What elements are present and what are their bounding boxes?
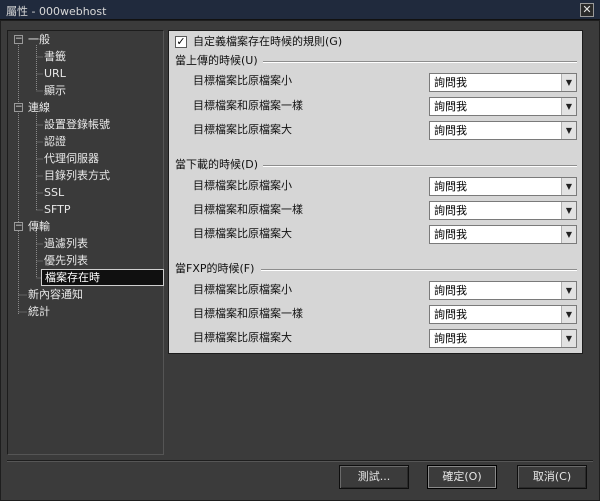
download-smaller-label: 目標檔案比原檔案小 — [193, 179, 292, 192]
fxp-larger-label: 目標檔案比原檔案大 — [193, 331, 292, 344]
test-button[interactable]: 測試... — [339, 465, 409, 489]
footer-divider — [7, 460, 593, 462]
upload-same-select[interactable]: 詢問我 ▼ — [429, 97, 577, 116]
upload-smaller-select[interactable]: 詢問我 ▼ — [429, 73, 577, 92]
select-value: 詢問我 — [434, 284, 467, 297]
custom-rules-label: 自定義檔案存在時候的規則(G) — [193, 35, 343, 48]
section-divider — [261, 269, 577, 271]
tree-node-bookmarks[interactable]: 書籤 — [44, 48, 66, 65]
section-divider — [263, 165, 577, 167]
download-section-title: 當下載的時候(D) — [175, 158, 259, 171]
collapse-icon[interactable]: − — [14, 222, 23, 231]
download-same-select[interactable]: 詢問我 ▼ — [429, 201, 577, 220]
tree-node-proxy[interactable]: 代理伺服器 — [44, 150, 99, 167]
select-value: 詢問我 — [434, 332, 467, 345]
chevron-down-icon[interactable]: ▼ — [561, 202, 576, 219]
tree-node-file-exists[interactable]: 檔案存在時 — [41, 269, 164, 286]
file-exists-panel: ✓ 自定義檔案存在時候的規則(G) 當上傳的時候(U) 目標檔案比原檔案小 詢問… — [168, 30, 583, 354]
chevron-down-icon[interactable]: ▼ — [561, 306, 576, 323]
cancel-button[interactable]: 取消(C) — [517, 465, 587, 489]
collapse-icon[interactable]: − — [14, 103, 23, 112]
section-divider — [263, 61, 577, 63]
select-value: 詢問我 — [434, 204, 467, 217]
ok-button[interactable]: 確定(O) — [427, 465, 497, 489]
select-value: 詢問我 — [434, 76, 467, 89]
collapse-icon[interactable]: − — [14, 35, 23, 44]
upload-larger-select[interactable]: 詢問我 ▼ — [429, 121, 577, 140]
tree-node-url[interactable]: URL — [44, 65, 66, 82]
fxp-same-label: 目標檔案和原檔案一樣 — [193, 307, 303, 320]
chevron-down-icon[interactable]: ▼ — [561, 330, 576, 347]
tree-node-authentication[interactable]: 認證 — [44, 133, 66, 150]
tree-node-transfer[interactable]: 傳輸 — [28, 218, 50, 235]
tree-node-ssl[interactable]: SSL — [44, 184, 64, 201]
download-same-label: 目標檔案和原檔案一樣 — [193, 203, 303, 216]
fxp-larger-select[interactable]: 詢問我 ▼ — [429, 329, 577, 348]
upload-larger-label: 目標檔案比原檔案大 — [193, 123, 292, 136]
select-value: 詢問我 — [434, 228, 467, 241]
select-value: 詢問我 — [434, 308, 467, 321]
download-larger-select[interactable]: 詢問我 ▼ — [429, 225, 577, 244]
select-value: 詢問我 — [434, 124, 467, 137]
settings-tree[interactable]: − 一般 書籤 URL 顯示 − 連線 設置登錄帳號 認證 代理伺服器 目錄列表… — [7, 30, 164, 455]
tree-node-filter-list[interactable]: 過濾列表 — [44, 235, 88, 252]
fxp-smaller-select[interactable]: 詢問我 ▼ — [429, 281, 577, 300]
select-value: 詢問我 — [434, 100, 467, 113]
chevron-down-icon[interactable]: ▼ — [561, 178, 576, 195]
chevron-down-icon[interactable]: ▼ — [561, 226, 576, 243]
fxp-section-title: 當FXP的時候(F) — [175, 262, 255, 275]
upload-same-label: 目標檔案和原檔案一樣 — [193, 99, 303, 112]
fxp-same-select[interactable]: 詢問我 ▼ — [429, 305, 577, 324]
tree-node-connection[interactable]: 連線 — [28, 99, 50, 116]
select-value: 詢問我 — [434, 180, 467, 193]
download-smaller-select[interactable]: 詢問我 ▼ — [429, 177, 577, 196]
tree-node-login-account[interactable]: 設置登錄帳號 — [44, 116, 110, 133]
close-button[interactable]: ✕ — [580, 3, 594, 17]
title-bar: 屬性 - 000webhost ✕ — [0, 0, 600, 20]
download-larger-label: 目標檔案比原檔案大 — [193, 227, 292, 240]
chevron-down-icon[interactable]: ▼ — [561, 74, 576, 91]
upload-section-title: 當上傳的時候(U) — [175, 54, 258, 67]
chevron-down-icon[interactable]: ▼ — [561, 282, 576, 299]
tree-node-directory-listing[interactable]: 目錄列表方式 — [44, 167, 110, 184]
window-title: 屬性 - 000webhost — [6, 5, 107, 18]
tree-node-display[interactable]: 顯示 — [44, 82, 66, 99]
chevron-down-icon[interactable]: ▼ — [561, 98, 576, 115]
tree-node-priority-list[interactable]: 優先列表 — [44, 252, 88, 269]
tree-node-new-content-notify[interactable]: 新內容通知 — [28, 286, 83, 303]
tree-node-sftp[interactable]: SFTP — [44, 201, 70, 218]
tree-node-statistics[interactable]: 統計 — [28, 303, 50, 320]
fxp-smaller-label: 目標檔案比原檔案小 — [193, 283, 292, 296]
chevron-down-icon[interactable]: ▼ — [561, 122, 576, 139]
upload-smaller-label: 目標檔案比原檔案小 — [193, 74, 292, 87]
custom-rules-checkbox[interactable]: ✓ — [175, 36, 187, 48]
tree-node-general[interactable]: 一般 — [28, 31, 50, 48]
